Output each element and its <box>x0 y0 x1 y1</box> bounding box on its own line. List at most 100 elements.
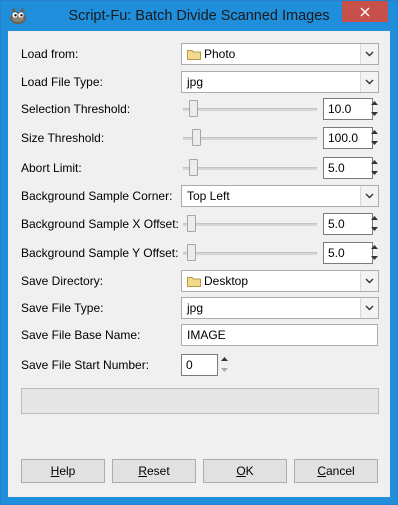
size-threshold-input[interactable]: 100.0 <box>323 127 373 149</box>
size-threshold-row: Size Threshold: 100.0 <box>8 127 390 149</box>
bg-sample-corner-select[interactable]: Top Left <box>181 185 379 207</box>
spin-down-icon <box>370 141 378 145</box>
slider-thumb[interactable] <box>189 100 198 117</box>
abort-limit-spin-buttons[interactable] <box>369 157 379 179</box>
cancel-button[interactable]: Cancel <box>294 459 378 483</box>
slider-track[interactable] <box>183 223 317 226</box>
reset-button-mnemonic: R <box>138 464 147 478</box>
save-directory-row: Save Directory: Desktop <box>8 270 390 292</box>
dialog-content: Load from: Photo Load File Type: jpg Sel… <box>8 31 390 497</box>
window-title: Script-Fu: Batch Divide Scanned Images <box>68 8 330 24</box>
size-threshold-slider[interactable] <box>183 127 317 149</box>
dialog-window: Script-Fu: Batch Divide Scanned Images L… <box>0 0 398 505</box>
bg-sample-y-offset-spin-buttons[interactable] <box>369 242 379 264</box>
spin-up-icon <box>370 160 378 164</box>
load-from-label: Load from: <box>21 47 79 61</box>
spin-up-icon <box>370 216 378 220</box>
folder-icon <box>187 49 201 60</box>
spin-down-button[interactable] <box>369 138 379 148</box>
selection-threshold-row: Selection Threshold: 10.0 <box>8 98 390 120</box>
save-file-type-label: Save File Type: <box>21 301 104 315</box>
slider-track[interactable] <box>183 252 317 255</box>
help-button[interactable]: Help <box>21 459 105 483</box>
spin-down-button[interactable] <box>369 109 379 119</box>
save-file-type-select[interactable]: jpg <box>181 297 379 319</box>
chevron-down-icon <box>365 305 374 311</box>
slider-thumb[interactable] <box>187 215 196 232</box>
spin-down-icon <box>370 171 378 175</box>
save-directory-label: Save Directory: <box>21 274 104 288</box>
progress-bar <box>21 388 379 414</box>
size-threshold-label: Size Threshold: <box>21 131 105 145</box>
bg-sample-x-offset-slider[interactable] <box>183 213 317 235</box>
spin-up-button[interactable] <box>369 213 379 223</box>
close-icon <box>360 7 370 16</box>
bg-sample-y-offset-slider[interactable] <box>183 242 317 264</box>
save-file-type-dropdown-button[interactable] <box>360 298 378 318</box>
slider-track[interactable] <box>183 167 317 170</box>
load-from-dropdown-button[interactable] <box>360 44 378 64</box>
spin-down-button[interactable] <box>219 365 229 375</box>
spin-up-button[interactable] <box>219 354 229 364</box>
ok-button-mnemonic: O <box>236 464 246 478</box>
slider-thumb[interactable] <box>192 129 201 146</box>
slider-track[interactable] <box>183 137 317 140</box>
abort-limit-slider[interactable] <box>183 157 317 179</box>
chevron-down-icon <box>365 193 374 199</box>
chevron-down-icon <box>365 79 374 85</box>
help-button-label: elp <box>59 464 76 478</box>
load-from-value: Photo <box>204 47 236 61</box>
spin-up-button[interactable] <box>369 157 379 167</box>
load-file-type-dropdown-button[interactable] <box>360 72 378 92</box>
bg-sample-corner-label: Background Sample Corner: <box>21 189 173 203</box>
abort-limit-label: Abort Limit: <box>21 161 82 175</box>
abort-limit-input[interactable]: 5.0 <box>323 157 373 179</box>
bg-sample-x-offset-spin-buttons[interactable] <box>369 213 379 235</box>
spin-down-button[interactable] <box>369 253 379 263</box>
ok-button-label: K <box>245 464 254 478</box>
selection-threshold-slider[interactable] <box>183 98 317 120</box>
slider-track[interactable] <box>183 108 317 111</box>
save-file-start-number-label: Save File Start Number: <box>21 358 150 372</box>
slider-thumb[interactable] <box>189 159 198 176</box>
spin-up-button[interactable] <box>369 242 379 252</box>
size-threshold-spin-buttons[interactable] <box>369 127 379 149</box>
save-directory-value: Desktop <box>204 274 249 288</box>
bg-sample-y-offset-label: Background Sample Y Offset: <box>21 246 179 260</box>
cancel-button-mnemonic: C <box>317 464 326 478</box>
reset-button[interactable]: Reset <box>112 459 196 483</box>
save-directory-dropdown-button[interactable] <box>360 271 378 291</box>
bg-sample-corner-dropdown-button[interactable] <box>360 186 378 206</box>
spin-down-button[interactable] <box>369 224 379 234</box>
title-bar[interactable]: Script-Fu: Batch Divide Scanned Images <box>1 1 397 31</box>
save-file-start-number-spin-buttons[interactable] <box>219 354 229 376</box>
selection-threshold-spin-buttons[interactable] <box>369 98 379 120</box>
spin-down-icon <box>370 227 378 231</box>
save-file-start-number-input[interactable]: 0 <box>181 354 218 376</box>
spin-down-icon <box>220 368 228 372</box>
selection-threshold-input[interactable]: 10.0 <box>323 98 373 120</box>
load-file-type-value: jpg <box>187 75 204 89</box>
load-from-folder-chooser[interactable]: Photo <box>181 43 379 65</box>
spin-down-button[interactable] <box>369 168 379 178</box>
save-file-base-name-input[interactable]: IMAGE <box>181 324 378 346</box>
load-from-row: Load from: Photo <box>8 43 390 65</box>
slider-thumb[interactable] <box>187 244 196 261</box>
spin-up-icon <box>370 101 378 105</box>
chevron-down-icon <box>365 278 374 284</box>
spin-up-icon <box>370 130 378 134</box>
chevron-down-icon <box>365 51 374 57</box>
load-file-type-row: Load File Type: jpg <box>8 71 390 93</box>
close-button[interactable] <box>342 1 388 22</box>
folder-icon <box>187 276 201 287</box>
save-file-type-value: jpg <box>187 301 204 315</box>
bg-sample-x-offset-row: Background Sample X Offset: 5.0 <box>8 213 390 235</box>
spin-up-button[interactable] <box>369 127 379 137</box>
bg-sample-x-offset-input[interactable]: 5.0 <box>323 213 373 235</box>
ok-button[interactable]: OK <box>203 459 287 483</box>
spin-up-button[interactable] <box>369 98 379 108</box>
load-file-type-select[interactable]: jpg <box>181 71 379 93</box>
spin-down-icon <box>370 112 378 116</box>
save-directory-folder-chooser[interactable]: Desktop <box>181 270 379 292</box>
bg-sample-y-offset-input[interactable]: 5.0 <box>323 242 373 264</box>
